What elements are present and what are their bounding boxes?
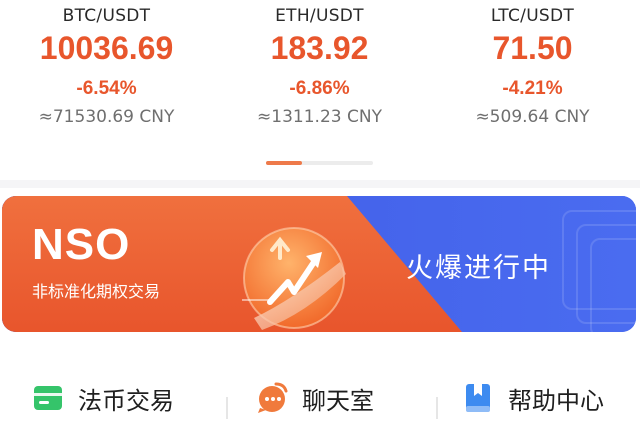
ticker-pager-indicator xyxy=(266,161,373,165)
ticker-card-eth[interactable]: ETH/USDT 183.92 -6.86% ≈1311.23 CNY xyxy=(213,0,426,140)
shortcut-label: 帮助中心 xyxy=(508,386,604,415)
bookmark-book-icon xyxy=(462,382,494,414)
banner-cta-text: 火爆进行中 xyxy=(406,253,551,284)
wallet-icon xyxy=(32,382,64,414)
ticker-row: BTC/USDT 10036.69 -6.54% ≈71530.69 CNY E… xyxy=(0,0,640,140)
shortcut-label: 法币交易 xyxy=(78,386,174,415)
ticker-change: -6.86% xyxy=(289,78,350,99)
ticker-price: 10036.69 xyxy=(39,30,174,66)
ticker-card-btc[interactable]: BTC/USDT 10036.69 -6.54% ≈71530.69 CNY xyxy=(0,0,213,140)
banner-title: NSO xyxy=(32,220,131,269)
ticker-price: 71.50 xyxy=(492,30,573,66)
shortcut-chat-room[interactable]: 聊天室 xyxy=(256,372,374,424)
shortcut-fiat-trading[interactable]: 法币交易 xyxy=(32,372,174,424)
ticker-card-ltc[interactable]: LTC/USDT 71.50 -4.21% ≈509.64 CNY xyxy=(426,0,639,140)
banner-subtitle: 非标准化期权交易 xyxy=(32,282,161,301)
shortcut-separator xyxy=(226,397,228,419)
chat-bubble-icon xyxy=(256,382,288,414)
ticker-cny-value: ≈71530.69 CNY xyxy=(38,107,175,127)
ticker-cny-value: ≈1311.23 CNY xyxy=(257,107,382,127)
section-divider xyxy=(0,180,640,188)
ticker-cny-value: ≈509.64 CNY xyxy=(475,107,590,127)
shortcut-help-center[interactable]: 帮助中心 xyxy=(462,372,604,424)
ticker-pair: BTC/USDT xyxy=(62,6,151,26)
shortcut-separator xyxy=(436,397,438,419)
ticker-pair: ETH/USDT xyxy=(275,6,364,26)
ticker-change: -4.21% xyxy=(502,78,563,99)
pager-active-segment xyxy=(266,161,302,165)
banner-decoration xyxy=(590,238,636,332)
shortcut-bar: 法币交易 聊天室 帮助中心 xyxy=(0,372,640,424)
shortcut-label: 聊天室 xyxy=(302,386,374,415)
rising-arrows-badge-icon xyxy=(242,227,346,330)
ticker-change: -6.54% xyxy=(76,78,137,99)
ticker-price: 183.92 xyxy=(270,30,369,66)
ticker-pair: LTC/USDT xyxy=(490,6,575,26)
